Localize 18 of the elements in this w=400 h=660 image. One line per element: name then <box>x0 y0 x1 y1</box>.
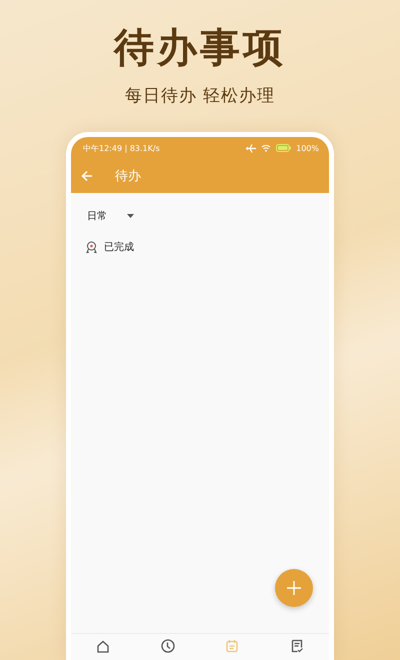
status-time: 中午12:49 | 83.1K/s <box>83 142 160 154</box>
airplane-icon <box>246 144 256 152</box>
wifi-icon <box>261 144 272 152</box>
battery-icon <box>276 144 292 152</box>
battery-percent: 100% <box>296 144 319 152</box>
home-icon <box>95 638 112 654</box>
nav-tab[interactable] <box>160 638 176 654</box>
caret-icon[interactable] <box>127 214 134 218</box>
calendar-icon <box>224 638 240 654</box>
screen-title: 待办 <box>115 168 141 185</box>
award-icon <box>85 240 98 254</box>
section-label[interactable]: 已完成 <box>104 240 134 254</box>
headline: 待办事项 <box>114 24 286 72</box>
nav-tab[interactable] <box>95 638 112 654</box>
plus-icon <box>287 581 301 595</box>
subtitle: 每日待办 轻松办理 <box>124 85 276 107</box>
category-dropdown[interactable]: 日常 <box>87 209 107 223</box>
clock-icon <box>160 638 176 654</box>
